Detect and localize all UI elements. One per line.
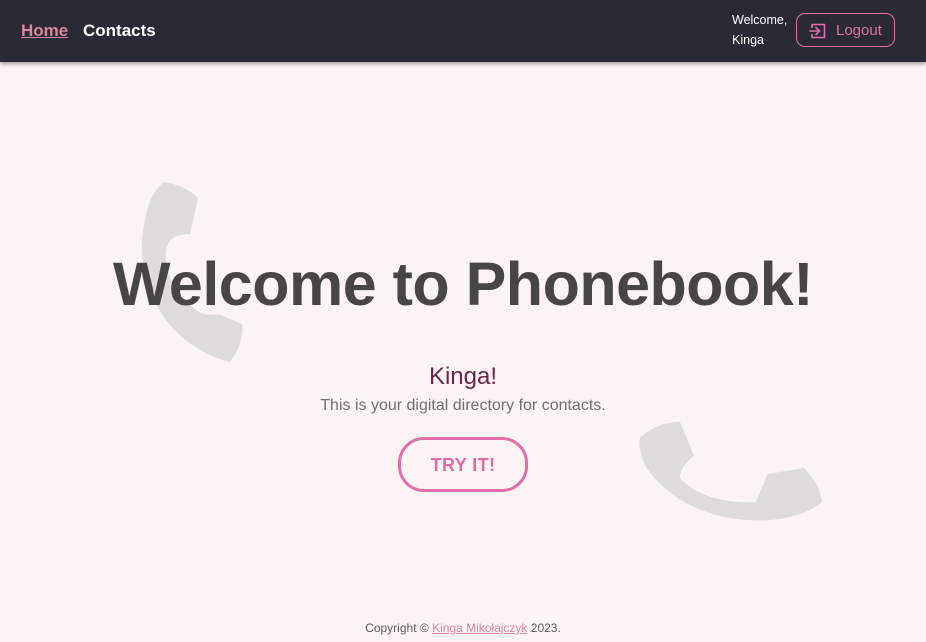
footer: Copyright © Kinga Mikołajczyk 2023. xyxy=(0,620,926,636)
top-navbar: Home Contacts Welcome, Kinga Logout xyxy=(0,0,926,62)
logout-label: Logout xyxy=(836,22,882,39)
footer-copyright: Copyright © xyxy=(365,621,429,635)
welcome-text: Welcome, xyxy=(732,13,788,27)
logout-button[interactable]: Logout xyxy=(796,13,895,47)
nav-contacts-link[interactable]: Contacts xyxy=(83,21,156,41)
hero-title: Welcome to Phonebook! xyxy=(112,250,814,318)
user-welcome: Welcome, Kinga xyxy=(732,10,794,50)
footer-year: 2023. xyxy=(530,621,561,635)
user-greeting: Kinga! xyxy=(428,363,498,390)
nav-home-link[interactable]: Home xyxy=(21,21,68,41)
logout-icon xyxy=(809,23,826,39)
author-link[interactable]: Kinga Mikołajczyk xyxy=(432,621,527,635)
phone-icon xyxy=(639,422,822,521)
hero-tagline: This is your digital directory for conta… xyxy=(320,397,606,414)
try-it-button[interactable]: TRY IT! xyxy=(398,437,528,492)
user-name: Kinga xyxy=(732,33,764,47)
